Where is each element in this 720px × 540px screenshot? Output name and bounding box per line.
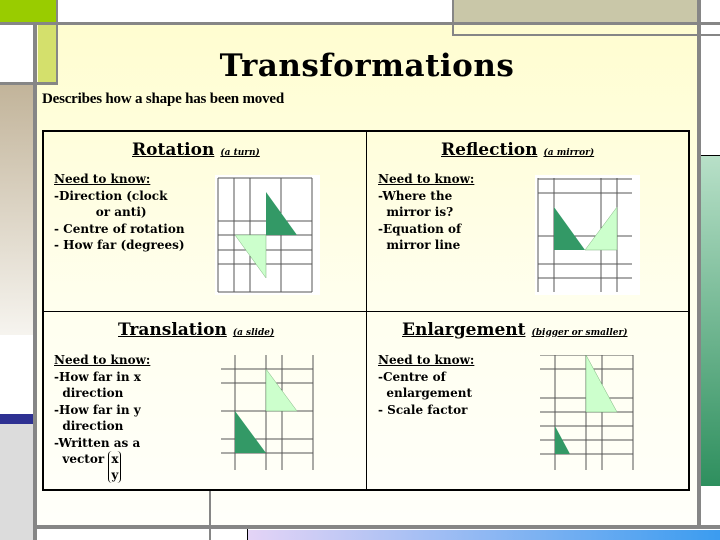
rotation-heading: Rotation (a turn): [132, 140, 260, 160]
rotation-line: -Direction (clock: [54, 188, 168, 203]
page-subtitle: Describes how a shape has been moved: [42, 91, 284, 107]
decor-green-block: [0, 0, 56, 22]
translation-line: -How far in y: [54, 402, 141, 417]
translation-line: vector: [54, 452, 109, 466]
enlargement-diagram: [540, 355, 634, 470]
frame-line-left: [33, 25, 37, 540]
enlargement-heading-text: Enlargement: [402, 320, 526, 340]
rotation-line: or anti): [54, 205, 147, 219]
rotation-need-label: Need to know:: [54, 172, 151, 186]
translation-diagram: [221, 355, 314, 470]
translation-line: -How far in x: [54, 369, 141, 384]
panel-divider-horizontal: [44, 311, 688, 312]
decor-grey-block: [0, 424, 33, 540]
frame-line-khaki-left: [452, 0, 454, 36]
translation-line: -Written as a: [54, 435, 141, 450]
frame-line-top: [0, 22, 720, 25]
vector-notation: xy: [108, 451, 122, 483]
translation-heading: Translation (a slide): [118, 320, 274, 340]
decor-navy-bar: [0, 414, 33, 424]
rotation-line: - How far (degrees): [54, 238, 185, 252]
translation-aside: (a slide): [232, 328, 275, 338]
decor-green-sidebar: [700, 155, 720, 486]
translation-notes: Need to know: -How far in x direction -H…: [54, 352, 150, 483]
enlargement-notes: Need to know: -Centre of enlargement - S…: [378, 352, 474, 418]
rotation-notes: Need to know: -Direction (clock or anti)…: [54, 171, 185, 254]
translation-need-label: Need to know:: [54, 353, 151, 367]
enlargement-aside: (bigger or smaller): [531, 328, 628, 338]
frame-line-bottom: [36, 525, 720, 529]
reflection-heading: Reflection (a mirror): [441, 140, 594, 160]
rotation-line: - Centre of rotation: [54, 221, 185, 236]
translation-line: direction: [54, 419, 124, 433]
reflection-line: mirror line: [378, 238, 461, 252]
translation-line: direction: [54, 386, 124, 400]
page-title: Transformations: [219, 48, 515, 84]
enlargement-need-label: Need to know:: [378, 353, 475, 367]
reflection-line: mirror is?: [378, 205, 454, 219]
decor-bottom-gradient: [248, 530, 720, 540]
enlargement-heading: Enlargement (bigger or smaller): [402, 320, 628, 340]
reflection-need-label: Need to know:: [378, 172, 475, 186]
reflection-diagram: [535, 175, 640, 295]
original-triangle: [235, 411, 266, 453]
reflection-heading-text: Reflection: [441, 140, 538, 160]
enlargement-line: - Scale factor: [378, 402, 468, 417]
decor-khaki-block: [452, 0, 698, 23]
reflection-aside: (a mirror): [543, 148, 595, 158]
vector-x: x: [111, 452, 119, 466]
frame-line-khaki-bottom: [452, 34, 720, 36]
decor-tan-sidebar: [0, 85, 33, 335]
frame-line-bottom-tick: [247, 529, 248, 540]
reflection-notes: Need to know: -Where the mirror is? -Equ…: [378, 171, 474, 254]
reflection-line: -Where the: [378, 188, 453, 203]
vector-y: y: [111, 468, 119, 482]
rotation-heading-text: Rotation: [132, 140, 215, 160]
rotation-aside: (a turn): [220, 148, 260, 158]
translation-heading-text: Translation: [118, 320, 227, 340]
enlargement-line: -Centre of: [378, 369, 446, 384]
frame-line-bottom-mid: [209, 491, 211, 540]
rotation-diagram: [215, 175, 320, 295]
enlargement-line: enlargement: [378, 386, 472, 400]
reflection-line: -Equation of: [378, 221, 462, 236]
